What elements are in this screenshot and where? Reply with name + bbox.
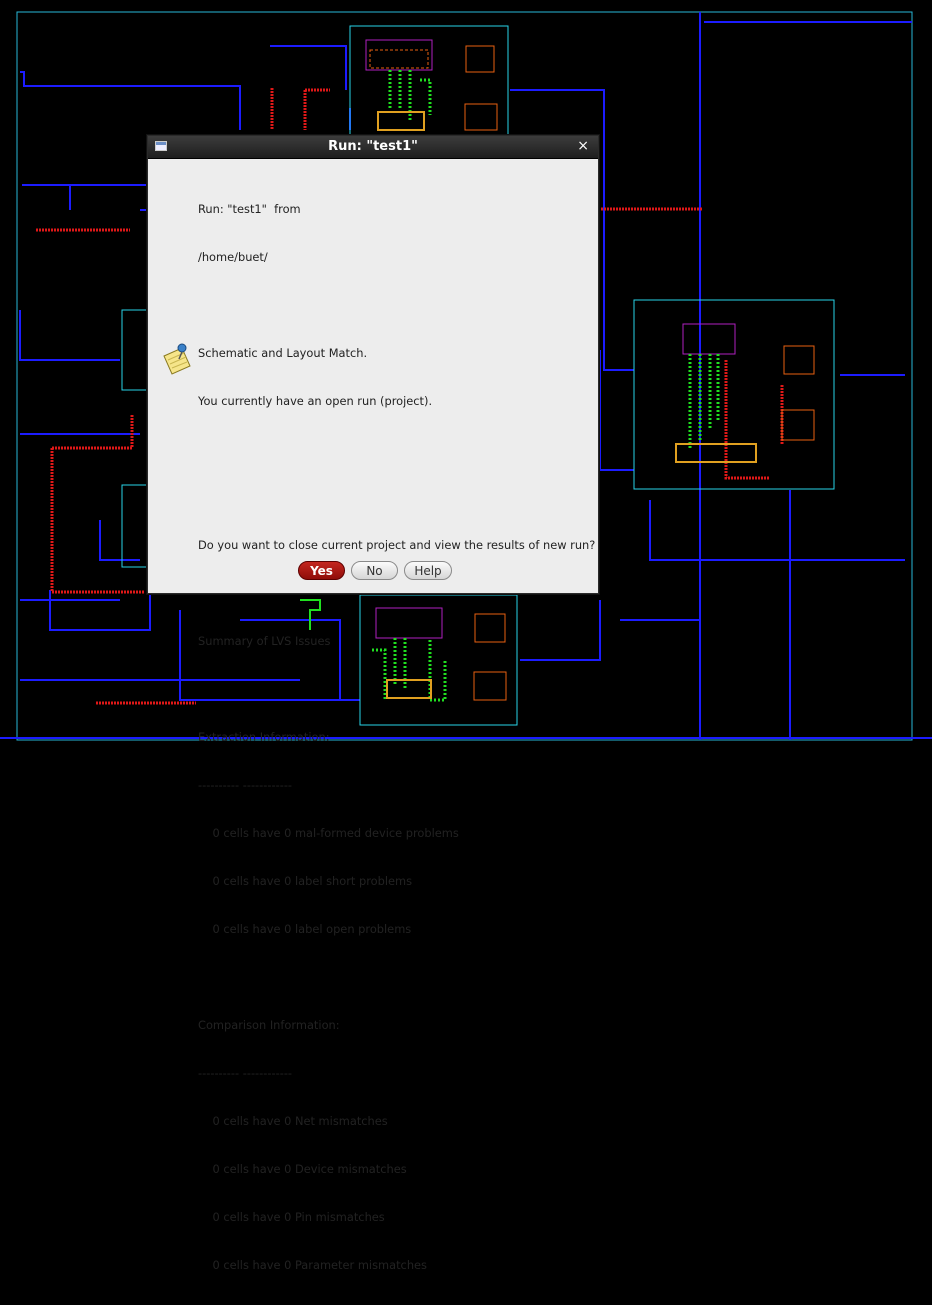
dialog-button-row: Yes No Help (298, 561, 452, 581)
dialog-titlebar[interactable]: Run: "test1" × (148, 136, 598, 159)
note-pin-icon (163, 343, 191, 375)
message-line: 0 cells have 0 Parameter mismatches (198, 1258, 427, 1272)
message-line: Do you want to close current project and… (198, 538, 596, 552)
message-line (198, 681, 593, 697)
message-line: 0 cells have 0 mal-formed device problem… (198, 826, 459, 840)
message-line: Extraction Information: (198, 730, 330, 744)
message-line: Run: "test1" from (198, 202, 301, 216)
lvs-run-dialog: Run: "test1" × Run: "test1" from /home/b… (147, 135, 599, 1272)
help-button[interactable]: Help (404, 561, 452, 580)
message-line: 0 cells have 0 Device mismatches (198, 1162, 407, 1176)
message-line: Schematic and Layout Match. (198, 346, 368, 360)
message-line (198, 489, 593, 505)
dialog-title: Run: "test1" (328, 139, 418, 154)
no-button[interactable]: No (351, 561, 398, 580)
message-line: ---------- ------------ (198, 1066, 293, 1080)
message-line: 0 cells have 0 Pin mismatches (198, 1210, 385, 1224)
message-line: 0 cells have 0 label short problems (198, 874, 413, 888)
message-line (198, 969, 593, 985)
layout-cell-top (365, 39, 498, 131)
close-icon[interactable]: × (577, 138, 589, 154)
message-line: /home/buet/ (198, 250, 268, 264)
dialog-message: Run: "test1" from /home/buet/ Schematic … (198, 169, 596, 1305)
layout-cell-right (675, 323, 815, 463)
message-line: Summary of LVS Issues (198, 634, 331, 648)
message-line (198, 297, 593, 313)
message-line (198, 441, 593, 457)
message-line: 0 cells have 0 Net mismatches (198, 1114, 388, 1128)
yes-button[interactable]: Yes (298, 561, 345, 580)
message-line: 0 cells have 0 label open problems (198, 922, 412, 936)
message-line: ---------- ------------ (198, 778, 293, 792)
message-line: Comparison Information: (198, 1018, 340, 1032)
message-line: You currently have an open run (project)… (198, 394, 433, 408)
message-line (198, 585, 593, 601)
